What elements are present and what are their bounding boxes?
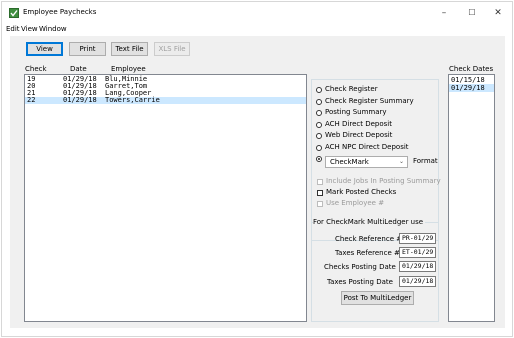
check-register-label: Check Register	[325, 85, 378, 93]
taxes-reference-label: Taxes Reference #	[335, 249, 400, 257]
checks-list[interactable]: 19 01/29/18 Blu,Minnie 20 01/29/18 Garre…	[24, 74, 307, 322]
title-bar: Employee Paychecks – ☐ ✕	[2, 2, 512, 24]
main-panel: View Print Text File XLS File Check Date…	[10, 36, 505, 328]
checks-posting-date-label: Checks Posting Date	[324, 263, 396, 271]
post-to-multiledger-button[interactable]: Post To MultiLedger	[341, 291, 414, 305]
employee-column-header: Employee	[111, 65, 146, 73]
mark-posted-label: Mark Posted Checks	[326, 188, 397, 196]
report-options-panel: Check Register Check Register Summary Po…	[311, 79, 441, 241]
menu-edit[interactable]: Edit	[6, 25, 20, 33]
xls-file-button[interactable]: XLS File	[154, 42, 190, 56]
check-dates-list[interactable]: 01/15/18 01/29/18	[448, 74, 495, 322]
check-column-header: Check	[25, 65, 47, 73]
close-button[interactable]: ✕	[484, 5, 512, 21]
taxes-posting-date-label: Taxes Posting Date	[327, 278, 393, 286]
multiledger-title: For CheckMark MultiLedger use	[313, 218, 426, 226]
chevron-down-icon: ⌄	[398, 158, 404, 165]
app-icon	[9, 8, 19, 18]
use-employee-checkbox[interactable]	[317, 201, 323, 207]
check-date: 01/29/18	[63, 96, 97, 104]
ach-direct-deposit-radio[interactable]	[316, 122, 322, 128]
view-button[interactable]: View	[26, 42, 63, 56]
check-date-item: 01/15/18	[451, 76, 485, 84]
check-date-item: 01/29/18	[451, 84, 485, 92]
check-reference-field[interactable]: PR-01/29	[399, 233, 436, 244]
menu-view[interactable]: View	[21, 25, 38, 33]
multiledger-panel: For CheckMark MultiLedger use Check Refe…	[311, 218, 439, 322]
check-dates-header: Check Dates	[449, 65, 494, 73]
check-register-summary-radio[interactable]	[316, 99, 322, 105]
check-reference-label: Check Reference #	[335, 235, 403, 243]
employee-name: Towers,Carrie	[105, 96, 160, 104]
date-column-header: Date	[70, 65, 87, 73]
table-row[interactable]: 22 01/29/18 Towers,Carrie	[25, 97, 306, 104]
text-file-button[interactable]: Text File	[111, 42, 148, 56]
web-direct-deposit-label: Web Direct Deposit	[325, 131, 393, 139]
format-select-value: CheckMark	[330, 158, 369, 166]
checks-posting-date-field[interactable]: 01/29/18	[399, 261, 436, 272]
checkmark-format-radio[interactable]	[316, 156, 322, 162]
include-jobs-label: Include Jobs In Posting Summary	[326, 177, 441, 185]
app-window: Employee Paychecks – ☐ ✕ Edit View Windo…	[1, 1, 513, 337]
use-employee-label: Use Employee #	[326, 199, 385, 207]
window-title: Employee Paychecks	[23, 8, 97, 16]
check-register-radio[interactable]	[316, 87, 322, 93]
posting-summary-label: Posting Summary	[325, 108, 387, 116]
include-jobs-checkbox[interactable]	[317, 179, 323, 185]
mark-posted-checkbox[interactable]	[317, 190, 323, 196]
taxes-reference-field[interactable]: ET-01/29	[399, 247, 436, 258]
ach-npc-direct-deposit-radio[interactable]	[316, 145, 322, 151]
format-label: Format	[413, 157, 438, 165]
minimize-button[interactable]: –	[430, 5, 458, 21]
check-number: 22	[27, 96, 36, 104]
ach-direct-deposit-label: ACH Direct Deposit	[325, 120, 392, 128]
taxes-posting-date-field[interactable]: 01/29/18	[399, 276, 436, 287]
format-select[interactable]: CheckMark ⌄	[325, 156, 408, 168]
maximize-button[interactable]: ☐	[458, 5, 486, 21]
list-item[interactable]: 01/15/18	[449, 76, 494, 84]
menu-window[interactable]: Window	[39, 25, 67, 33]
web-direct-deposit-radio[interactable]	[316, 133, 322, 139]
check-register-summary-label: Check Register Summary	[325, 97, 414, 105]
menu-bar: Edit View Window	[2, 24, 512, 36]
print-button[interactable]: Print	[69, 42, 106, 56]
posting-summary-radio[interactable]	[316, 110, 322, 116]
list-item[interactable]: 01/29/18	[449, 84, 494, 92]
ach-npc-direct-deposit-label: ACH NPC Direct Deposit	[325, 143, 409, 151]
